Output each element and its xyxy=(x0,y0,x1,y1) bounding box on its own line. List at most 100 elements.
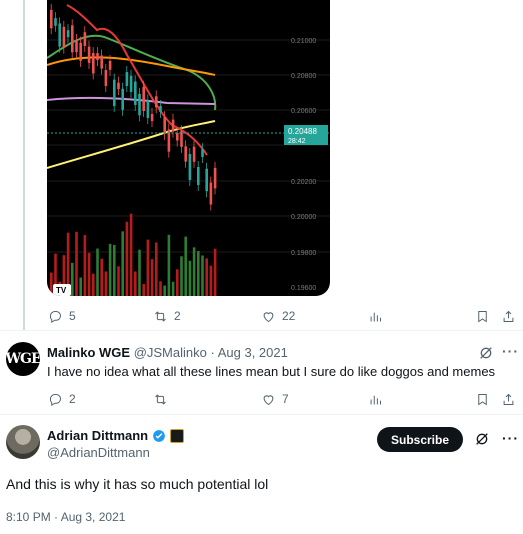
chart-image[interactable]: 0.21000 0.20800 0.20600 0.20200 0.20000 … xyxy=(47,0,330,296)
candle xyxy=(155,96,158,108)
candle xyxy=(62,26,66,48)
repost-button[interactable]: 2 xyxy=(153,309,181,324)
volume-bar xyxy=(176,269,179,296)
tweet-text: And this is why it has so much potential… xyxy=(6,476,269,492)
bookmark-icon xyxy=(478,310,487,322)
volume-bar xyxy=(159,281,162,296)
candle xyxy=(163,117,166,134)
volume-bar xyxy=(201,255,204,296)
candle xyxy=(108,60,112,70)
like-icon xyxy=(263,311,274,322)
reply-date[interactable]: Aug 3, 2021 xyxy=(218,345,288,360)
bookmark-button[interactable] xyxy=(475,309,490,324)
candle xyxy=(159,105,162,112)
volume-bar xyxy=(155,242,158,296)
views-button[interactable] xyxy=(368,392,383,407)
volume-bar xyxy=(92,273,95,296)
volume-bar xyxy=(146,239,150,296)
share-icon xyxy=(503,310,514,322)
repost-icon xyxy=(155,310,166,322)
avatar[interactable] xyxy=(6,425,40,459)
main-author-handle[interactable]: @AdrianDittmann xyxy=(47,445,150,460)
price-label: 0.20800 xyxy=(291,73,316,80)
candle xyxy=(71,25,74,53)
volume-bar xyxy=(87,252,91,296)
price-label: 0.19600 xyxy=(291,285,316,292)
share-button[interactable] xyxy=(501,392,516,407)
volume-bar xyxy=(134,271,137,296)
reply-button[interactable]: 2 xyxy=(48,392,76,407)
volume-bar xyxy=(197,251,200,296)
volume-bar xyxy=(167,234,171,296)
reply-count: 5 xyxy=(69,309,76,323)
candle xyxy=(50,9,53,29)
candle xyxy=(213,167,217,189)
candle xyxy=(180,131,183,147)
like-button[interactable]: 22 xyxy=(261,309,295,324)
volume-bar xyxy=(71,262,74,296)
volume-bar xyxy=(138,249,141,296)
countdown: 28:42 xyxy=(288,138,306,145)
tweet1-action-bar: 5 2 22 xyxy=(47,306,515,326)
candle xyxy=(58,23,61,47)
reply-author-handle[interactable]: @JSMalinko xyxy=(134,345,207,360)
main-author-name[interactable]: Adrian Dittmann xyxy=(47,428,148,443)
candle xyxy=(176,132,179,141)
avatar[interactable]: WGE xyxy=(5,342,42,376)
candle xyxy=(188,153,192,180)
subscribe-button[interactable]: Subscribe xyxy=(377,427,463,452)
volume-bar xyxy=(83,235,87,296)
volume-bar xyxy=(142,283,145,296)
candle xyxy=(92,53,95,74)
reply-header: Malinko WGE @JSMalinko · Aug 3, 2021 xyxy=(47,345,288,360)
grok-icon[interactable] xyxy=(474,431,490,447)
candle xyxy=(125,72,129,86)
views-button[interactable] xyxy=(368,309,383,324)
candle xyxy=(96,53,99,61)
reply-count: 2 xyxy=(69,392,76,406)
volume-bar xyxy=(163,285,166,296)
volume-bar xyxy=(192,247,196,296)
candlesticks xyxy=(50,3,217,211)
price-chart: 0.21000 0.20800 0.20600 0.20200 0.20000 … xyxy=(47,3,330,296)
like-button[interactable]: 7 xyxy=(261,392,289,407)
reply-button[interactable]: 5 xyxy=(48,309,76,324)
volume-bar xyxy=(184,236,187,296)
volume-bar xyxy=(117,266,120,296)
candle xyxy=(79,42,82,61)
current-price: 0.20488 xyxy=(288,127,317,136)
volume-bar xyxy=(125,221,129,296)
candle xyxy=(100,55,103,69)
price-label: 0.21000 xyxy=(291,38,316,45)
bookmark-button[interactable] xyxy=(475,392,490,407)
price-label: 0.19800 xyxy=(291,250,316,257)
candle xyxy=(205,168,208,192)
volume-bar xyxy=(104,271,108,296)
like-count: 7 xyxy=(282,392,289,406)
grok-icon[interactable] xyxy=(478,345,494,361)
reply-icon xyxy=(49,393,61,406)
volume-bar xyxy=(209,265,213,296)
more-icon[interactable]: ··· xyxy=(502,430,519,446)
reply-action-bar: 2 7 xyxy=(47,389,515,409)
more-icon[interactable]: ··· xyxy=(502,343,519,359)
volume-bar xyxy=(213,248,217,296)
candle xyxy=(142,86,145,112)
tweet-timestamp[interactable]: 8:10 PM · Aug 3, 2021 xyxy=(6,510,125,524)
reply-author-name[interactable]: Malinko WGE xyxy=(47,345,130,360)
candle xyxy=(87,46,91,63)
main-author[interactable]: Adrian Dittmann xyxy=(47,428,185,443)
volume-bar xyxy=(100,258,103,296)
like-count: 22 xyxy=(282,309,296,323)
candle xyxy=(121,88,124,110)
volume-bar xyxy=(121,231,124,296)
candle xyxy=(192,146,196,162)
candle xyxy=(146,100,150,119)
volume-bar xyxy=(129,213,133,296)
share-button[interactable] xyxy=(501,309,516,324)
reply-text: I have no idea what all these lines mean… xyxy=(47,364,496,379)
svg-text:TV: TV xyxy=(56,286,67,295)
repost-icon xyxy=(155,393,166,405)
repost-button[interactable] xyxy=(153,392,168,407)
candle xyxy=(117,82,120,90)
